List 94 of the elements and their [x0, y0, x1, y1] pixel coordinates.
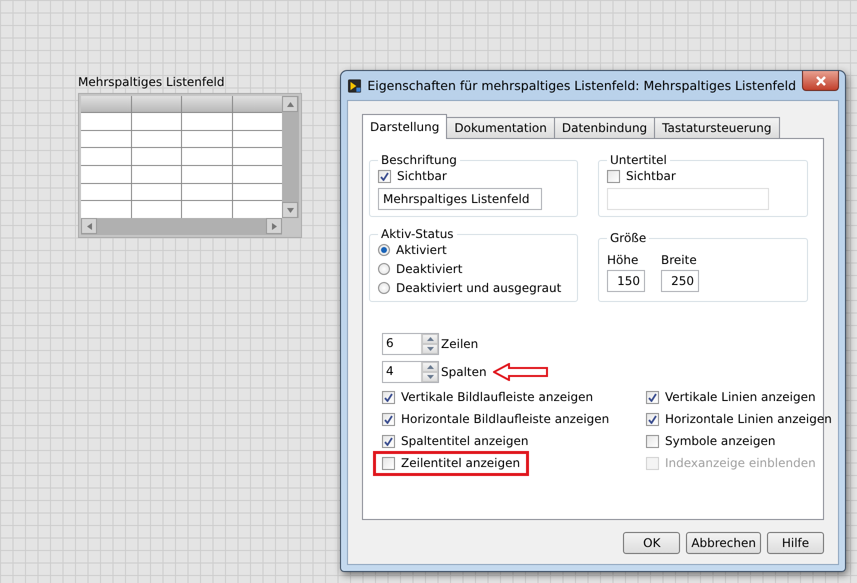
- checkbox[interactable]: [646, 434, 659, 448]
- radio-label: Deaktiviert: [396, 262, 462, 276]
- list-cell[interactable]: [81, 113, 130, 130]
- spin-field[interactable]: 6: [382, 333, 439, 355]
- list-cell[interactable]: [182, 201, 232, 218]
- checkbox[interactable]: [382, 390, 395, 404]
- list-cell[interactable]: [132, 148, 181, 165]
- list-cell[interactable]: [182, 130, 232, 148]
- list-cell[interactable]: [132, 184, 181, 200]
- radio-button[interactable]: [378, 244, 390, 256]
- radio-button[interactable]: [378, 263, 390, 275]
- close-icon: [814, 76, 827, 86]
- triangle-right-icon: [270, 222, 278, 230]
- scroll-left-button[interactable]: [81, 218, 97, 234]
- triangle-down-icon: [426, 375, 434, 379]
- checkbox-label: Horizontale Linien anzeigen: [665, 412, 832, 426]
- checkbox-label: Horizontale Bildlaufleiste anzeigen: [401, 412, 610, 426]
- multicolumn-listbox[interactable]: [78, 93, 302, 238]
- group-title: Untertitel: [609, 153, 668, 167]
- group-title: Größe: [609, 231, 648, 245]
- spin-up-button[interactable]: [422, 334, 438, 344]
- horizontal-scrollbar[interactable]: [81, 218, 282, 235]
- group-title: Aktiv-Status: [380, 227, 455, 241]
- list-cell[interactable]: [81, 130, 130, 148]
- list-cell[interactable]: [232, 113, 282, 130]
- triangle-down-icon: [426, 347, 434, 351]
- spin-label: Zeilen: [441, 337, 478, 351]
- number-field[interactable]: 250: [661, 270, 699, 292]
- checkbox[interactable]: [607, 170, 620, 182]
- spin-field[interactable]: 4: [382, 361, 439, 383]
- checkbox[interactable]: [646, 390, 659, 404]
- list-cell[interactable]: [182, 166, 232, 183]
- list-cell[interactable]: [132, 130, 181, 148]
- dialog-button[interactable]: Hilfe: [767, 532, 824, 554]
- field-label: Breite: [661, 253, 698, 267]
- list-cell[interactable]: [81, 148, 130, 165]
- tab[interactable]: Darstellung: [362, 114, 448, 139]
- list-cell[interactable]: [232, 184, 282, 200]
- tab[interactable]: Datenbindung: [554, 117, 656, 138]
- spin-down-button[interactable]: [422, 344, 438, 354]
- checkbox-label: Symbole anzeigen: [665, 434, 776, 448]
- checkbox[interactable]: [646, 412, 659, 426]
- triangle-up-icon: [286, 100, 294, 108]
- tab[interactable]: Dokumentation: [446, 117, 555, 138]
- list-cell[interactable]: [182, 184, 232, 200]
- list-cell[interactable]: [132, 201, 181, 218]
- checkbox-label: Zeilentitel anzeigen: [401, 456, 520, 470]
- scroll-right-button[interactable]: [266, 218, 282, 234]
- spin-label: Spalten: [441, 365, 487, 379]
- triangle-left-icon: [84, 222, 94, 230]
- dialog-button[interactable]: Abbrechen: [686, 532, 761, 554]
- list-cell[interactable]: [81, 201, 130, 218]
- list-cell[interactable]: [81, 166, 130, 183]
- list-cell[interactable]: [232, 130, 282, 148]
- radio-label: Deaktiviert und ausgegraut: [396, 281, 562, 295]
- label-field[interactable]: Mehrspaltiges Listenfeld: [378, 188, 542, 210]
- list-cell[interactable]: [132, 113, 181, 130]
- radio-label: Aktiviert: [396, 243, 447, 257]
- scroll-down-button[interactable]: [282, 202, 298, 218]
- field-label: Höhe: [607, 253, 640, 267]
- checkbox-label: Spaltentitel anzeigen: [401, 434, 528, 448]
- list-cell[interactable]: [232, 148, 282, 165]
- spin-up-button[interactable]: [422, 362, 438, 372]
- checkbox[interactable]: [378, 170, 391, 182]
- list-cell[interactable]: [81, 184, 130, 200]
- listbox-label: Mehrspaltiges Listenfeld: [78, 75, 226, 89]
- checkbox-label: Vertikale Linien anzeigen: [665, 390, 816, 404]
- checkbox[interactable]: [382, 456, 395, 470]
- caption-field[interactable]: [607, 188, 769, 210]
- checkbox-label: Vertikale Bildlaufleiste anzeigen: [401, 390, 594, 404]
- checkbox-label: Sichtbar: [397, 169, 447, 183]
- app-icon: [348, 78, 362, 94]
- radio-button[interactable]: [378, 282, 390, 294]
- number-field[interactable]: 150: [607, 270, 645, 292]
- list-cell[interactable]: [182, 113, 232, 130]
- vertical-scrollbar[interactable]: [282, 96, 299, 218]
- tab[interactable]: Tastatursteuerung: [654, 117, 780, 138]
- checkbox-label: Sichtbar: [626, 169, 676, 183]
- list-cell[interactable]: [232, 166, 282, 183]
- window-title: Eigenschaften für mehrspaltiges Listenfeld: Mehrspaltiges Listenfeld: [367, 78, 796, 93]
- group-title: Beschriftung: [380, 153, 458, 167]
- close-button[interactable]: [802, 71, 839, 91]
- list-cell[interactable]: [232, 201, 282, 218]
- checkbox[interactable]: [382, 434, 395, 448]
- list-cell[interactable]: [132, 166, 181, 183]
- triangle-down-icon: [286, 206, 294, 214]
- triangle-up-icon: [426, 365, 434, 369]
- checkbox[interactable]: [382, 412, 395, 426]
- checkbox-label: Indexanzeige einblenden: [665, 456, 816, 470]
- list-cell[interactable]: [182, 148, 232, 165]
- spin-down-button[interactable]: [422, 372, 438, 382]
- triangle-up-icon: [426, 337, 434, 341]
- scroll-up-button[interactable]: [282, 96, 298, 112]
- dialog-button[interactable]: OK: [623, 532, 680, 554]
